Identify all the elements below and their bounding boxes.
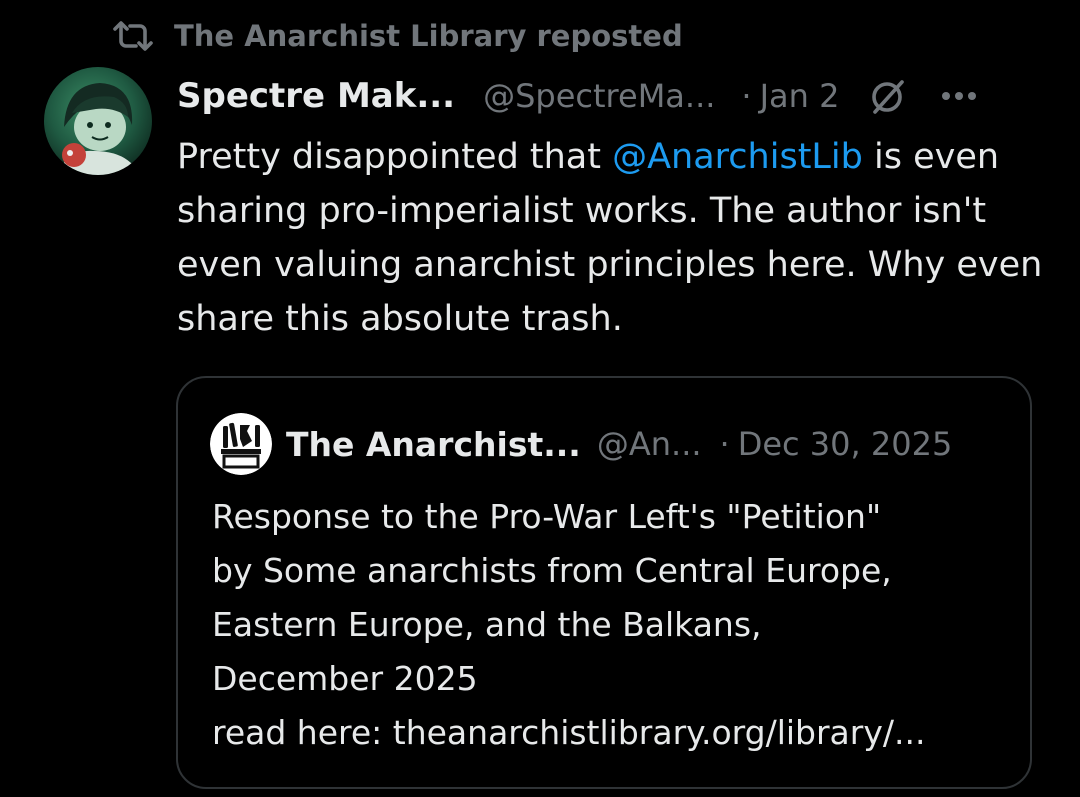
quoted-separator-dot: · bbox=[719, 425, 730, 463]
mention-link[interactable]: @AnarchistLib bbox=[612, 137, 863, 177]
quoted-link-line[interactable]: read here: theanarchistlibrary.org/libra… bbox=[212, 706, 1012, 760]
quoted-text-line: Eastern Europe, and the Balkans, bbox=[212, 605, 762, 644]
post-text-start: Pretty disappointed that bbox=[177, 137, 613, 177]
quoted-text-line: by Some anarchists from Central Europe, bbox=[212, 551, 892, 590]
post-header: Spectre Mak... @SpectreMa... · Jan 2 bbox=[177, 70, 1040, 122]
repost-icon bbox=[112, 19, 154, 53]
grok-icon[interactable] bbox=[867, 76, 907, 116]
repost-label: The Anarchist Library reposted bbox=[174, 19, 683, 53]
quoted-handle[interactable]: @An... bbox=[597, 425, 702, 463]
more-options-icon[interactable] bbox=[941, 91, 977, 101]
post-date[interactable]: Jan 2 bbox=[760, 77, 840, 115]
quoted-post-header: The Anarchist... @An... · Dec 30, 2025 bbox=[210, 413, 1006, 475]
post-text: Pretty disappointed that @AnarchistLib i… bbox=[177, 130, 1057, 346]
separator-dot: · bbox=[741, 77, 752, 115]
quoted-post-card[interactable]: The Anarchist... @An... · Dec 30, 2025 R… bbox=[176, 376, 1032, 789]
repost-indicator[interactable]: The Anarchist Library reposted bbox=[112, 14, 683, 58]
quoted-post-text: Response to the Pro-War Left's "Petition… bbox=[212, 490, 1012, 760]
quoted-text-line: Response to the Pro-War Left's "Petition… bbox=[212, 497, 882, 536]
quoted-date[interactable]: Dec 30, 2025 bbox=[738, 425, 953, 463]
user-handle[interactable]: @SpectreMa... bbox=[483, 77, 715, 115]
quoted-display-name[interactable]: The Anarchist... bbox=[286, 425, 581, 464]
library-logo-avatar[interactable] bbox=[210, 413, 272, 475]
display-name[interactable]: Spectre Mak... bbox=[177, 76, 455, 116]
user-avatar[interactable] bbox=[44, 67, 152, 175]
quoted-text-line: December 2025 bbox=[212, 659, 478, 698]
